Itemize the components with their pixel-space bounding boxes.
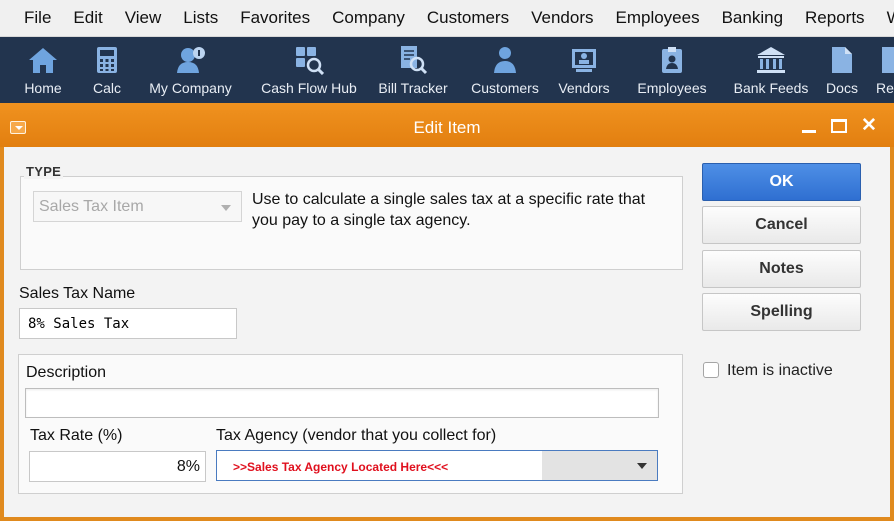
toolbar-home-label: Home	[24, 80, 62, 96]
home-icon	[28, 45, 58, 75]
customers-icon	[490, 45, 520, 75]
reports-icon	[877, 45, 894, 75]
toolbar-employees[interactable]: Employees	[619, 37, 725, 103]
toolbar-employees-label: Employees	[637, 80, 707, 96]
toolbar-bank-feeds[interactable]: Bank Feeds	[725, 37, 817, 103]
tax-agency-dropdown-button[interactable]	[542, 451, 657, 480]
toolbar-reports-label: Repo	[876, 80, 894, 96]
toolbar-cash-flow-hub[interactable]: Cash Flow Hub	[253, 37, 365, 103]
menu-customers[interactable]: Customers	[415, 8, 519, 28]
employees-icon	[657, 45, 687, 75]
toolbar-docs-label: Docs	[826, 80, 858, 96]
menu-favorites[interactable]: Favorites	[228, 8, 320, 28]
item-type-value: Sales Tax Item	[39, 198, 144, 215]
item-inactive-label[interactable]: Item is inactive	[727, 362, 833, 380]
tax-agency-value: >>Sales Tax Agency Located Here<<<	[233, 460, 449, 474]
toolbar-bill-tracker-label: Bill Tracker	[378, 80, 448, 96]
menu-employees[interactable]: Employees	[603, 8, 709, 28]
tax-rate-input[interactable]: 8%	[29, 451, 206, 482]
toolbar-bank-feeds-label: Bank Feeds	[733, 80, 809, 96]
sales-tax-name-label: Sales Tax Name	[19, 285, 136, 302]
item-type-select: Sales Tax Item	[33, 191, 242, 222]
chevron-down-icon	[221, 205, 231, 211]
calculator-icon	[92, 45, 122, 75]
toolbar-calc-label: Calc	[92, 80, 121, 96]
toolbar-my-company[interactable]: My Company	[128, 37, 253, 103]
menu-window[interactable]: Windo	[875, 8, 894, 28]
maximize-icon[interactable]	[830, 118, 848, 134]
icon-bar: Home Calc My Company Cash Flow Hub Bill …	[0, 37, 894, 103]
vendors-icon	[569, 45, 599, 75]
notes-button[interactable]: Notes	[702, 250, 861, 288]
window-title: Edit Item	[413, 118, 481, 137]
toolbar-customers-label: Customers	[471, 80, 539, 96]
menu-vendors[interactable]: Vendors	[519, 8, 603, 28]
type-description: Use to calculate a single sales tax at a…	[252, 191, 646, 229]
toolbar-docs[interactable]: Docs	[817, 37, 867, 103]
toolbar-home[interactable]: Home	[0, 37, 86, 103]
menu-lists[interactable]: Lists	[171, 8, 228, 28]
toolbar-cash-flow-hub-label: Cash Flow Hub	[261, 80, 357, 96]
cancel-button[interactable]: Cancel	[702, 206, 861, 244]
toolbar-customers[interactable]: Customers	[461, 37, 549, 103]
toolbar-vendors[interactable]: Vendors	[549, 37, 619, 103]
toolbar-reports[interactable]: Repo	[867, 37, 894, 103]
sales-tax-name-input[interactable]: 8% Sales Tax	[19, 308, 237, 339]
toolbar-my-company-label: My Company	[149, 80, 232, 96]
ok-button[interactable]: OK	[702, 163, 861, 201]
description-input[interactable]	[25, 388, 659, 418]
toolbar-bill-tracker[interactable]: Bill Tracker	[365, 37, 461, 103]
tax-agency-label: Tax Agency (vendor that you collect for)	[216, 427, 497, 444]
menu-banking[interactable]: Banking	[710, 8, 793, 28]
item-inactive-checkbox[interactable]	[703, 362, 719, 378]
spelling-button[interactable]: Spelling	[702, 293, 861, 331]
description-label: Description	[26, 364, 107, 381]
minimize-icon[interactable]	[800, 118, 818, 134]
cash-flow-hub-icon	[294, 45, 324, 75]
close-icon[interactable]: ✕	[860, 116, 878, 135]
menu-reports[interactable]: Reports	[793, 8, 875, 28]
company-icon	[176, 45, 206, 75]
menu-company[interactable]: Company	[320, 8, 415, 28]
tax-agency-select[interactable]: >>Sales Tax Agency Located Here<<<	[216, 450, 658, 481]
type-legend: TYPE	[24, 164, 64, 179]
bill-tracker-icon	[398, 45, 428, 75]
window-titlebar: Edit Item ✕	[0, 103, 894, 147]
tax-rate-label: Tax Rate (%)	[30, 427, 123, 444]
toolbar-vendors-label: Vendors	[558, 80, 610, 96]
menu-bar: File Edit View Lists Favorites Company C…	[0, 0, 894, 37]
document-icon	[827, 45, 857, 75]
toolbar-calc[interactable]: Calc	[86, 37, 128, 103]
bank-icon	[756, 45, 786, 75]
menu-file[interactable]: File	[0, 8, 61, 28]
menu-edit[interactable]: Edit	[61, 8, 112, 28]
chevron-down-icon	[637, 463, 647, 469]
menu-view[interactable]: View	[113, 8, 172, 28]
